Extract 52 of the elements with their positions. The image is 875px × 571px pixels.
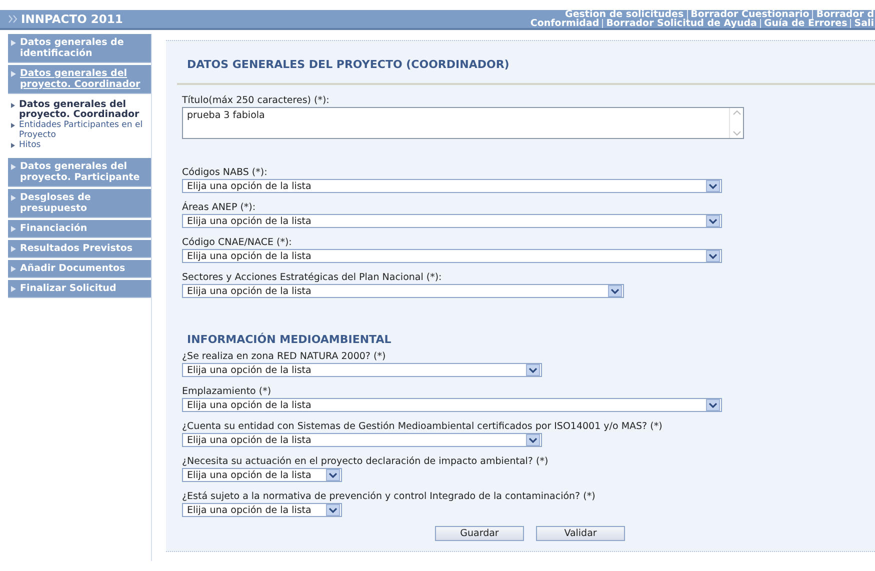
bullet-icon xyxy=(11,103,15,108)
form-button[interactable]: Guardar xyxy=(435,526,524,541)
caret-icon xyxy=(706,399,720,411)
bullet-icon xyxy=(11,266,16,272)
chevrons-icon xyxy=(8,15,18,23)
caret-icon xyxy=(326,504,340,516)
scroll-up-icon[interactable] xyxy=(732,110,740,115)
form-title: DATOS GENERALES DEL PROYECTO (COORDINADOR) xyxy=(186,57,510,73)
scroll-down-icon[interactable] xyxy=(732,131,740,136)
app-title: INNPACTO 2011 xyxy=(21,12,123,26)
dropdown[interactable]: Elija una opción de la lista xyxy=(182,363,542,377)
scrollbar[interactable] xyxy=(729,108,743,138)
submenu-item[interactable]: Datos generales del proyecto. Coordinador xyxy=(11,100,149,120)
bullet-icon xyxy=(11,40,16,46)
submenu-item[interactable]: Entidades Participantes en el Proyecto xyxy=(11,120,149,140)
caret-icon xyxy=(326,469,340,481)
caret-icon xyxy=(706,250,720,262)
field-label: Emplazamiento (*) xyxy=(182,386,272,398)
form-button[interactable]: Validar xyxy=(536,526,625,541)
bullet-icon xyxy=(11,164,16,170)
field-label: Sectores y Acciones Estratégicas del Plan Nacional (*): xyxy=(182,272,443,284)
submenu-item[interactable]: Hitos xyxy=(11,140,149,150)
field-label: Código CNAE/NACE (*): xyxy=(182,237,293,249)
bullet-icon xyxy=(11,143,15,148)
dropdown[interactable]: Elija una opción de la lista xyxy=(182,433,542,447)
dropdown[interactable]: Elija una opción de la lista xyxy=(182,179,722,193)
caret-icon xyxy=(706,180,720,192)
section-title: INFORMACIÓN MEDIOAMBIENTAL xyxy=(186,332,392,348)
caret-icon xyxy=(526,434,540,446)
field-label: Título(máx 250 caracteres) (*): xyxy=(182,95,330,107)
dropdown[interactable]: Elija una opción de la lista xyxy=(182,398,722,412)
field-label: ¿Se realiza en zona RED NATURA 2000? (*) xyxy=(182,351,387,363)
bullet-icon xyxy=(11,246,16,252)
caret-icon xyxy=(706,215,720,227)
dropdown[interactable]: Elija una opción de la lista xyxy=(182,249,722,263)
dropdown[interactable]: Elija una opción de la lista xyxy=(182,284,624,298)
title-textarea[interactable]: prueba 3 fabiola xyxy=(182,107,744,139)
field-label: Códigos NABS (*): xyxy=(182,167,268,179)
bullet-icon xyxy=(11,286,16,292)
dropdown[interactable]: Elija una opción de la lista xyxy=(182,214,722,228)
bullet-icon xyxy=(11,226,16,232)
caret-icon xyxy=(526,364,540,376)
field-label: ¿Está sujeto a la normativa de prevención y control Integrado de la contaminación? (*) xyxy=(182,491,596,503)
dropdown[interactable]: Elija una opción de la lista xyxy=(182,468,342,482)
field-label: ¿Necesita su actuación en el proyecto declaración de impacto ambiental? (*) xyxy=(182,456,550,468)
bullet-icon xyxy=(11,123,15,128)
caret-icon xyxy=(608,285,622,297)
bullet-icon xyxy=(11,195,16,201)
bullet-icon xyxy=(11,71,16,77)
field-label: Áreas ANEP (*): xyxy=(182,202,257,214)
field-label: ¿Cuenta su entidad con Sistemas de Gestión Medioambiental certificados por ISO14001 y/o MAS? (*) xyxy=(182,421,664,433)
dropdown[interactable]: Elija una opción de la lista xyxy=(182,503,342,517)
